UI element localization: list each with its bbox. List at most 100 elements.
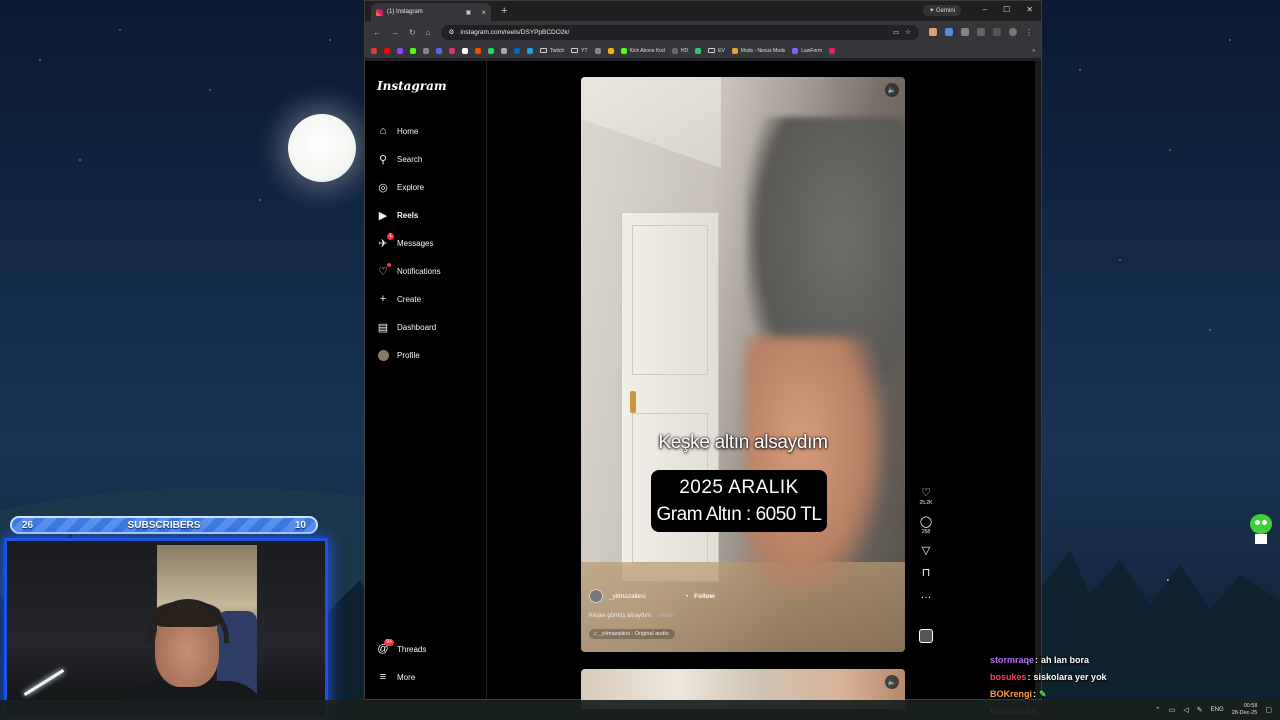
volume-icon[interactable]: ◁ <box>1183 706 1188 714</box>
notification-center-icon[interactable]: ▢ <box>1265 706 1272 714</box>
instagram-logo[interactable]: Instagram <box>377 79 447 93</box>
bookmark-folder[interactable]: EV <box>708 48 725 54</box>
nav-dashboard[interactable]: ▤ Dashboard <box>377 313 441 341</box>
bookmark-icon[interactable] <box>423 47 429 54</box>
bookmark-star-icon[interactable]: ☆ <box>905 28 911 36</box>
avatar-icon <box>377 349 389 361</box>
cast-icon[interactable]: ▭ <box>893 28 899 36</box>
nav-explore[interactable]: ◎ Explore <box>377 173 441 201</box>
browser-tab[interactable]: (1) Instagram ▣ × <box>371 3 491 21</box>
mute-icon[interactable]: 🔈 <box>885 83 899 97</box>
tumblr-bookmark-icon[interactable] <box>475 47 481 54</box>
bookmark-icon[interactable] <box>594 47 601 54</box>
bookmark-icon[interactable] <box>371 47 377 54</box>
video-caption-line2: Gram Altın : 6050 TL <box>656 504 822 525</box>
threads-badge: 9+ <box>384 639 394 646</box>
twitch-bookmark-icon[interactable] <box>397 47 403 54</box>
new-tab-button[interactable]: + <box>501 5 507 17</box>
nav-reels[interactable]: ▶ Reels <box>377 201 441 229</box>
site-info-icon[interactable]: ⚙ <box>449 28 455 36</box>
close-window-icon[interactable]: ✕ <box>1026 5 1033 14</box>
subscriber-goal: 10 <box>294 519 306 531</box>
video-caption-line1: 2025 ARALIK <box>679 477 799 498</box>
bookmark-link[interactable]: HD <box>671 47 688 54</box>
green-mascot-icon <box>1250 514 1272 544</box>
bookmarks-overflow-icon[interactable]: » <box>1032 48 1035 54</box>
nav-messages[interactable]: ✈ 1 Messages <box>377 229 441 257</box>
audio-thumbnail[interactable] <box>919 629 933 643</box>
options-action[interactable]: … <box>915 589 937 601</box>
nexus-bookmark-icon <box>731 47 738 54</box>
subscriber-label: SUBSCRIBERS <box>127 519 201 531</box>
sidepanel-icon[interactable] <box>993 28 1001 36</box>
author-username[interactable]: _yilmazailesi <box>609 593 646 600</box>
comment-action[interactable]: ◯ 268 <box>915 516 937 535</box>
chat-text: ah lan bora <box>1041 655 1090 665</box>
nav-more[interactable]: ≡ More <box>377 663 426 691</box>
system-clock[interactable]: 00:58 28-Dec-25 <box>1232 703 1258 717</box>
bookmark-icon[interactable] <box>695 47 702 54</box>
nav-profile[interactable]: Profile <box>377 341 441 369</box>
tray-chevron-icon[interactable]: ⌃ <box>1155 706 1161 714</box>
chat-message: bosukes: siskolara yer yok <box>990 672 1107 682</box>
youtube-bookmark-icon[interactable] <box>384 47 390 54</box>
bookmark-icon[interactable] <box>607 47 614 54</box>
bookmark-icon <box>792 47 799 54</box>
back-icon[interactable]: ← <box>373 28 381 37</box>
nav-label: Messages <box>397 238 434 248</box>
browser-menu-icon[interactable]: ⋮ <box>1025 28 1033 37</box>
reel-video[interactable]: 🔈 Keşke altın alsaydım 2025 ARALIK Gram … <box>581 77 905 652</box>
close-tab-icon[interactable]: × <box>481 8 486 17</box>
extension-icon[interactable] <box>961 28 969 36</box>
bookmark-icon[interactable] <box>501 47 507 54</box>
nav-threads[interactable]: @9+ Threads <box>377 635 426 663</box>
streamer-webcam <box>4 538 328 720</box>
reel-audio[interactable]: ♫ _yilmazailesi · Original audio <box>589 629 675 639</box>
language-indicator[interactable]: ENG <box>1211 707 1224 713</box>
nav-home[interactable]: ⌂ Home <box>377 117 441 145</box>
video-wall <box>581 77 721 168</box>
bookmark-link[interactable]: Mods - Nexus Mods <box>731 47 785 54</box>
more-link[interactable]: ... more <box>653 613 673 619</box>
minimize-icon[interactable]: – <box>983 5 987 14</box>
nav-search[interactable]: ⚲ Search <box>377 145 441 173</box>
maximize-icon[interactable]: ☐ <box>1003 5 1010 14</box>
bookmark-folder[interactable]: Twitch <box>540 48 564 54</box>
author-avatar[interactable] <box>589 589 603 603</box>
extension-icon[interactable] <box>929 28 937 36</box>
whatsapp-bookmark-icon[interactable] <box>488 47 494 54</box>
bookmark-icon[interactable] <box>829 47 836 54</box>
bookmark-icon[interactable] <box>527 47 533 54</box>
nav-create[interactable]: + Create <box>377 285 441 313</box>
bookmark-link[interactable]: LawForm <box>792 47 822 54</box>
discord-bookmark-icon[interactable] <box>436 47 442 54</box>
x-bookmark-icon[interactable] <box>462 47 468 54</box>
save-action[interactable]: ⊓ <box>915 567 937 579</box>
kick-bookmark-icon[interactable] <box>410 47 416 54</box>
share-action[interactable]: ▽ <box>915 545 937 557</box>
network-icon[interactable]: ▭ <box>1169 706 1176 714</box>
nav-label: Reels <box>397 210 419 220</box>
tab-title: (1) Instagram <box>387 9 423 15</box>
nav-notifications[interactable]: ♡ Notifications <box>377 257 441 285</box>
instagram-bookmark-icon[interactable] <box>449 47 455 54</box>
mute-icon[interactable]: 🔈 <box>885 675 899 689</box>
bookmark-label: EV <box>718 47 725 54</box>
linkedin-bookmark-icon[interactable] <box>514 47 520 54</box>
tab-media-icon[interactable]: ▣ <box>466 9 472 16</box>
extensions-puzzle-icon[interactable] <box>977 28 985 36</box>
reload-icon[interactable]: ↻ <box>409 28 416 37</box>
address-bar[interactable]: ⚙ instagram.com/reels/DSYPpBCDO2k/ ▭ ☆ <box>440 24 919 40</box>
forward-icon[interactable]: → <box>391 28 399 37</box>
profile-avatar-icon[interactable] <box>1009 28 1017 36</box>
nav-bottom: @9+ Threads ≡ More <box>377 635 426 691</box>
pen-icon[interactable]: ✎ <box>1197 706 1203 714</box>
bookmark-link[interactable]: Kick Abone Kod <box>620 47 665 54</box>
follow-button[interactable]: Follow <box>694 593 715 600</box>
bookmark-folder[interactable]: YT <box>571 48 588 54</box>
extension-icon[interactable] <box>945 28 953 36</box>
gemini-button[interactable]: ✦ Gemini <box>923 5 961 16</box>
page-scrollbar[interactable] <box>1035 61 1041 699</box>
home-browser-icon[interactable]: ⌂ <box>426 28 431 37</box>
like-action[interactable]: ♡ 25.2K <box>915 487 937 506</box>
